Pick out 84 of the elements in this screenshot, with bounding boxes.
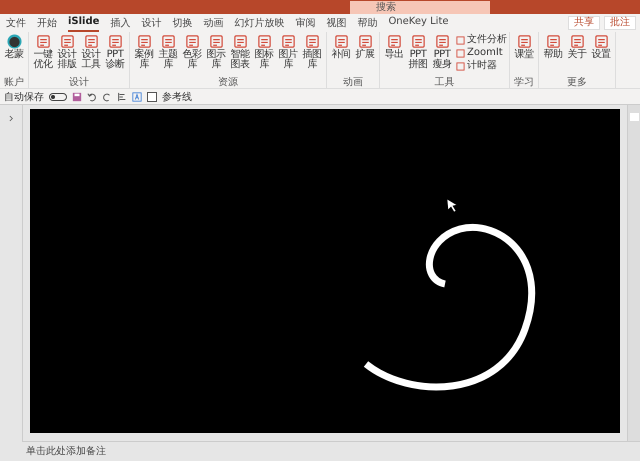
- panel-icon: [232, 34, 248, 49]
- ribbon-small-button[interactable]: 文件分析: [456, 34, 507, 46]
- ribbon-button[interactable]: 色彩库: [180, 34, 204, 77]
- autosave-toggle[interactable]: [49, 92, 67, 100]
- notes-field[interactable]: 单击此处添加备注: [22, 445, 328, 458]
- ribbon-button[interactable]: 图片库: [276, 34, 300, 77]
- group-label: 更多: [567, 77, 587, 88]
- ribbon-button[interactable]: 图标库: [252, 34, 276, 77]
- square-icon: [456, 62, 465, 70]
- panel-icon: [208, 34, 224, 49]
- group-label: 设计: [69, 77, 89, 88]
- ribbon-button[interactable]: PPT拼图: [406, 34, 430, 77]
- group-label: 账户: [4, 77, 24, 88]
- panel-icon: [516, 34, 532, 49]
- panel-icon: [304, 34, 320, 49]
- panel-icon: [334, 34, 348, 49]
- save-icon[interactable]: [72, 92, 82, 102]
- group-label: 资源: [218, 77, 238, 88]
- ribbon-small-button[interactable]: 计时器: [456, 60, 507, 72]
- group-label: 学习: [514, 77, 534, 88]
- ribbon-button[interactable]: 关于: [565, 34, 589, 77]
- ribbon-button[interactable]: 案例库: [132, 34, 156, 77]
- ribbon-button[interactable]: 补间: [329, 34, 353, 77]
- search-field[interactable]: 搜索: [350, 1, 490, 14]
- avatar-icon: [6, 34, 22, 49]
- ribbon-tab[interactable]: 文件: [6, 14, 26, 32]
- group-label: 工具: [434, 77, 454, 88]
- undo-icon[interactable]: [87, 92, 97, 102]
- guides-label: 参考线: [162, 90, 192, 104]
- ribbon-tab[interactable]: 设计: [141, 14, 162, 32]
- text-box-icon[interactable]: [132, 92, 142, 102]
- ribbon-button[interactable]: 主题库: [156, 34, 180, 77]
- align-icon[interactable]: [117, 92, 127, 102]
- guides-checkbox[interactable]: [147, 92, 157, 102]
- header-button[interactable]: 共享: [568, 16, 600, 30]
- ribbon-tab[interactable]: 审阅: [295, 14, 316, 32]
- ribbon-tab[interactable]: 视图: [326, 14, 346, 32]
- panel-icon: [84, 34, 98, 49]
- panel-icon: [546, 34, 560, 49]
- panel-icon: [36, 34, 50, 49]
- square-icon: [456, 36, 465, 44]
- ribbon-button[interactable]: 课堂: [512, 34, 536, 77]
- ribbon-button[interactable]: 帮助: [541, 34, 565, 77]
- panel-icon: [358, 34, 372, 49]
- panel-icon: [570, 34, 584, 49]
- cursor-icon: [446, 198, 458, 212]
- ribbon-button[interactable]: 设计工具: [79, 34, 103, 77]
- ribbon-tab[interactable]: 插入: [110, 14, 130, 32]
- ribbon-tab[interactable]: 帮助: [357, 14, 378, 32]
- ribbon-small-button[interactable]: ZoomIt: [456, 47, 507, 59]
- panel-icon: [108, 34, 122, 49]
- square-icon: [456, 48, 465, 58]
- ribbon-button[interactable]: 设置: [589, 34, 613, 77]
- panel-icon: [434, 34, 450, 49]
- header-button[interactable]: 批注: [604, 16, 636, 30]
- panel-icon: [160, 34, 176, 49]
- ribbon-tab[interactable]: OneKey Lite: [388, 14, 449, 32]
- ribbon-button[interactable]: 一键优化: [31, 34, 55, 77]
- ribbon-button[interactable]: 扩展: [353, 34, 377, 77]
- ribbon-button[interactable]: 图示库: [204, 34, 228, 77]
- account-button[interactable]: 老蒙: [2, 34, 26, 77]
- group-label: 动画: [343, 77, 363, 88]
- scroll-bar[interactable]: [627, 105, 640, 441]
- ribbon-button[interactable]: 插图库: [300, 34, 324, 77]
- ribbon-tab[interactable]: 切换: [172, 14, 192, 32]
- ribbon-tab[interactable]: 动画: [203, 14, 224, 32]
- panel-icon: [256, 34, 272, 49]
- ribbon-button[interactable]: 设计排版: [55, 34, 79, 77]
- panel-icon: [594, 34, 608, 49]
- panel-icon: [280, 34, 296, 49]
- panel-icon: [386, 34, 402, 49]
- panel-icon: [184, 34, 200, 49]
- panel-icon: [410, 34, 426, 49]
- redo-icon[interactable]: [102, 92, 112, 102]
- ribbon-button[interactable]: PPT瘦身: [430, 34, 454, 77]
- autosave-label: 自动保存: [4, 90, 44, 104]
- ribbon-tab[interactable]: 开始: [37, 14, 57, 32]
- ribbon-button[interactable]: 导出: [382, 34, 406, 77]
- panel-icon: [136, 34, 152, 49]
- panel-icon: [60, 34, 74, 49]
- expand-icon[interactable]: [8, 115, 14, 122]
- ribbon-button[interactable]: PPT诊断: [103, 34, 127, 77]
- ribbon-tab[interactable]: 幻灯片放映: [234, 14, 284, 32]
- ribbon-button[interactable]: 智能图表: [228, 34, 252, 77]
